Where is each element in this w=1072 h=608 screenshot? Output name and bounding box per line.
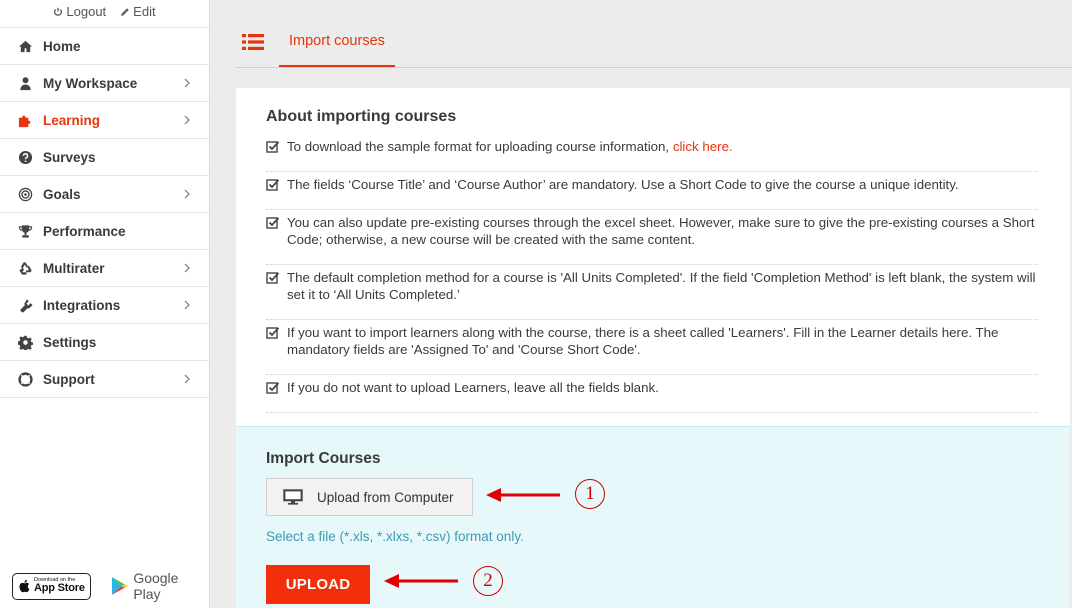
- tab-import-courses[interactable]: Import courses: [279, 33, 395, 67]
- puzzle-icon: [16, 111, 34, 129]
- info-text: The default completion method for a cour…: [287, 270, 1036, 302]
- info-text: To download the sample format for upload…: [287, 138, 733, 155]
- info-list: To download the sample format for upload…: [266, 134, 1038, 413]
- chevron-right-icon: [184, 78, 190, 88]
- sidebar-item-label: Settings: [43, 334, 97, 350]
- sidebar-item-integrations[interactable]: Integrations: [0, 287, 209, 324]
- upload-from-computer-button[interactable]: Upload from Computer: [266, 478, 473, 516]
- sidebar: Logout Edit Home My Workspace Learning S…: [0, 0, 210, 608]
- list-item: If you do not want to upload Learners, l…: [266, 375, 1038, 413]
- annotation-number-2: 2: [473, 566, 503, 596]
- sidebar-item-label: Performance: [43, 223, 126, 239]
- info-text: If you do not want to upload Learners, l…: [287, 380, 659, 395]
- import-panel: Import Courses Upload from Computer Sele…: [236, 426, 1070, 608]
- plug-icon: [16, 296, 34, 314]
- list-item: If you want to import learners along wit…: [266, 320, 1038, 375]
- sidebar-item-label: Support: [43, 371, 95, 387]
- import-title: Import Courses: [266, 450, 381, 467]
- recycle-icon: [16, 259, 34, 277]
- google-play-badge[interactable]: Google Play: [111, 570, 209, 602]
- info-text: You can also update pre-existing courses…: [287, 215, 1035, 247]
- app-store-big-text: App Store: [34, 582, 85, 595]
- about-title: About importing courses: [266, 108, 457, 125]
- google-play-label: Google Play: [133, 570, 179, 602]
- sidebar-item-settings[interactable]: Settings: [0, 324, 209, 361]
- store-badges: Download on the App Store Google Play: [12, 570, 209, 602]
- chevron-right-icon: [184, 300, 190, 310]
- checkbox-checked-icon: [266, 272, 280, 284]
- sidebar-item-learning[interactable]: Learning: [0, 102, 209, 139]
- power-icon: [54, 7, 63, 16]
- sidebar-item-performance[interactable]: Performance: [0, 213, 209, 250]
- chevron-right-icon: [184, 263, 190, 273]
- sidebar-item-label: Learning: [43, 112, 101, 128]
- sidebar-item-goals[interactable]: Goals: [0, 176, 209, 213]
- file-format-hint: Select a file (*.xls, *.xlxs, *.csv) for…: [266, 529, 524, 544]
- list-icon[interactable]: [242, 33, 264, 51]
- lifebuoy-icon: [16, 370, 34, 388]
- edit-label: Edit: [133, 4, 156, 19]
- chevron-right-icon: [184, 115, 190, 125]
- pencil-icon: [121, 7, 129, 16]
- checkbox-checked-icon: [266, 217, 280, 229]
- target-icon: [16, 185, 34, 203]
- sidebar-item-multirater[interactable]: Multirater: [0, 250, 209, 287]
- annotation-arrow-1: [486, 488, 560, 502]
- checkbox-checked-icon: [266, 141, 280, 153]
- google-play-icon: [112, 577, 129, 595]
- apple-icon: [19, 579, 30, 593]
- sidebar-item-label: My Workspace: [43, 75, 138, 91]
- logout-link[interactable]: Logout: [53, 4, 106, 19]
- monitor-icon: [283, 489, 303, 505]
- upload-button[interactable]: UPLOAD: [266, 565, 370, 604]
- home-icon: [16, 37, 34, 55]
- user-icon: [16, 74, 34, 92]
- chevron-right-icon: [184, 189, 190, 199]
- checkbox-checked-icon: [266, 382, 280, 394]
- sidebar-item-label: Home: [43, 38, 81, 54]
- about-panel: About importing courses To download the …: [236, 88, 1070, 426]
- info-text: If you want to import learners along wit…: [287, 325, 999, 357]
- list-item: You can also update pre-existing courses…: [266, 210, 1038, 265]
- logout-label: Logout: [66, 4, 107, 19]
- checkbox-checked-icon: [266, 179, 280, 191]
- sidebar-item-my-workspace[interactable]: My Workspace: [0, 65, 209, 102]
- annotation-number-1: 1: [575, 479, 605, 509]
- question-icon: [16, 148, 34, 166]
- info-text: The fields ‘Course Title’ and ‘Course Au…: [287, 177, 959, 192]
- checkbox-checked-icon: [266, 327, 280, 339]
- trophy-icon: [16, 222, 34, 240]
- list-item: The fields ‘Course Title’ and ‘Course Au…: [266, 172, 1038, 210]
- click-here-link[interactable]: click here.: [673, 139, 733, 154]
- sidebar-item-home[interactable]: Home: [0, 28, 209, 65]
- list-item: To download the sample format for upload…: [266, 134, 1038, 172]
- upload-from-computer-label: Upload from Computer: [317, 489, 454, 505]
- gear-icon: [16, 333, 34, 351]
- sidebar-item-label: Integrations: [43, 297, 121, 313]
- top-links: Logout Edit: [0, 0, 209, 28]
- tab-bar: Import courses: [236, 0, 1072, 68]
- edit-link[interactable]: Edit: [120, 4, 156, 19]
- info-text-part: To download the sample format for upload…: [287, 139, 673, 154]
- app-store-badge[interactable]: Download on the App Store: [12, 572, 92, 600]
- sidebar-item-label: Goals: [43, 186, 81, 202]
- annotation-arrow-2: [384, 574, 458, 588]
- sidebar-item-label: Surveys: [43, 149, 96, 165]
- sidebar-item-label: Multirater: [43, 260, 105, 276]
- sidebar-item-support[interactable]: Support: [0, 361, 209, 398]
- list-item: The default completion method for a cour…: [266, 265, 1038, 320]
- sidebar-item-surveys[interactable]: Surveys: [0, 139, 209, 176]
- chevron-right-icon: [184, 374, 190, 384]
